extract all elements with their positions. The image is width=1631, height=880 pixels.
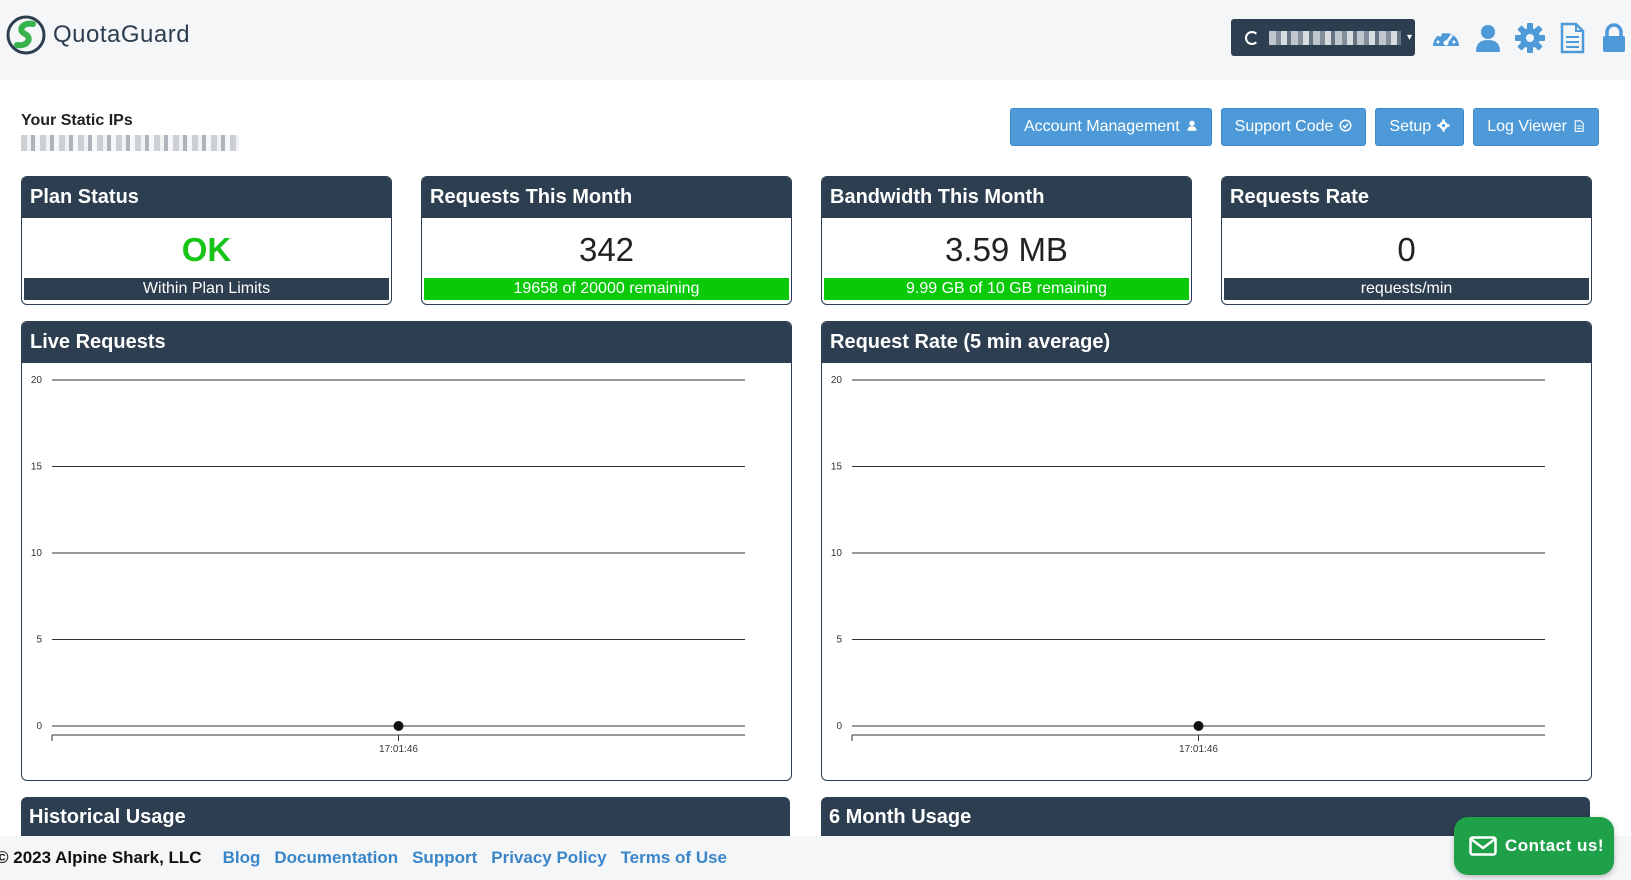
plan-status-card: Plan Status OK Within Plan Limits: [21, 176, 392, 305]
footer-link-privacy-policy[interactable]: Privacy Policy: [491, 848, 606, 868]
top-bar: QuotaGuard ▾: [0, 0, 1631, 80]
y-tick-label: 10: [831, 548, 843, 559]
x-tick-label: 17:01:46: [1179, 744, 1218, 755]
static-ips-redacted: [21, 135, 239, 151]
page-footer: © 2023 Alpine Shark, LLC Blog Documentat…: [0, 836, 1631, 880]
brand-logo[interactable]: QuotaGuard: [5, 14, 190, 56]
account-management-button[interactable]: Account Management: [1010, 108, 1212, 146]
plan-status-footer: Within Plan Limits: [24, 278, 389, 300]
y-tick-label: 0: [836, 721, 842, 732]
y-tick-label: 5: [836, 635, 842, 646]
footer-link-terms-of-use[interactable]: Terms of Use: [621, 848, 727, 868]
requests-month-value: 342: [578, 231, 635, 268]
document-icon: [1573, 119, 1585, 136]
bandwidth-month-value: 3.59 MB: [945, 231, 1068, 268]
live-requests-panel: Live Requests 0 5 10 15 20 17:01:46: [21, 321, 792, 781]
plan-status-value: OK: [181, 231, 232, 268]
footer-link-blog[interactable]: Blog: [223, 848, 261, 868]
user-icon[interactable]: [1472, 22, 1504, 54]
static-ips-label: Your Static IPs: [21, 112, 133, 129]
dashboard-icon[interactable]: [1430, 22, 1462, 54]
refresh-icon: [1245, 30, 1259, 45]
chevron-down-icon: ▾: [1407, 32, 1413, 43]
footer-link-support[interactable]: Support: [412, 848, 477, 868]
card-title: Plan Status: [22, 177, 391, 218]
account-name-redacted: [1269, 30, 1401, 45]
y-tick-label: 0: [36, 721, 42, 732]
setup-button[interactable]: Setup: [1375, 108, 1465, 146]
request-rate-panel: Request Rate (5 min average) 0 5 10 15 20 17:…: [821, 321, 1592, 781]
copyright-text: © 2023 Alpine Shark, LLC: [0, 848, 202, 867]
y-tick-label: 15: [31, 462, 43, 473]
account-selector[interactable]: ▾: [1231, 19, 1415, 56]
brand-name: QuotaGuard: [53, 21, 191, 48]
account-management-label: Account Management: [1024, 118, 1180, 135]
bandwidth-month-footer: 9.99 GB of 10 GB remaining: [824, 278, 1189, 300]
check-circle-icon: [1339, 119, 1352, 135]
footer-link-documentation[interactable]: Documentation: [274, 848, 398, 868]
document-icon[interactable]: [1556, 22, 1588, 54]
data-point: [1193, 721, 1204, 731]
requests-month-footer: 19658 of 20000 remaining: [424, 278, 789, 300]
requests-rate-footer: requests/min: [1224, 278, 1589, 300]
panel-title: Live Requests: [22, 322, 791, 363]
envelope-icon: [1469, 836, 1497, 856]
contact-us-label: Contact us!: [1505, 836, 1604, 855]
y-tick-label: 20: [31, 375, 43, 386]
data-point: [393, 721, 404, 731]
gear-icon[interactable]: [1514, 22, 1546, 54]
log-viewer-label: Log Viewer: [1487, 118, 1567, 135]
user-icon: [1186, 119, 1198, 135]
requests-month-card: Requests This Month 342 19658 of 20000 r…: [421, 176, 792, 305]
setup-label: Setup: [1389, 118, 1432, 135]
card-title: Bandwidth This Month: [822, 177, 1191, 218]
support-code-button[interactable]: Support Code: [1220, 108, 1367, 146]
live-requests-chart: 0 5 10 15 20 17:01:46: [31, 375, 745, 755]
card-title: Requests This Month: [422, 177, 791, 218]
bandwidth-month-card: Bandwidth This Month 3.59 MB 9.99 GB of …: [821, 176, 1192, 305]
y-tick-label: 10: [31, 548, 43, 559]
card-title: Requests Rate: [1222, 177, 1591, 218]
contact-us-button[interactable]: Contact us!: [1454, 817, 1614, 875]
panel-title: Request Rate (5 min average): [822, 322, 1591, 363]
y-tick-label: 15: [831, 462, 843, 473]
support-code-label: Support Code: [1234, 118, 1334, 135]
gear-icon: [1437, 119, 1450, 135]
log-viewer-button[interactable]: Log Viewer: [1473, 108, 1599, 146]
y-tick-label: 5: [36, 635, 42, 646]
requests-rate-card: Requests Rate 0 requests/min: [1221, 176, 1592, 305]
lock-icon[interactable]: [1598, 22, 1630, 54]
quotaguard-logo-icon: [6, 15, 46, 55]
request-rate-chart: 0 5 10 15 20 17:01:46: [831, 375, 1545, 755]
historical-usage-panel-title: Historical Usage: [21, 797, 790, 837]
x-tick-label: 17:01:46: [379, 744, 418, 755]
y-tick-label: 20: [831, 375, 843, 386]
requests-rate-value: 0: [1397, 231, 1416, 268]
